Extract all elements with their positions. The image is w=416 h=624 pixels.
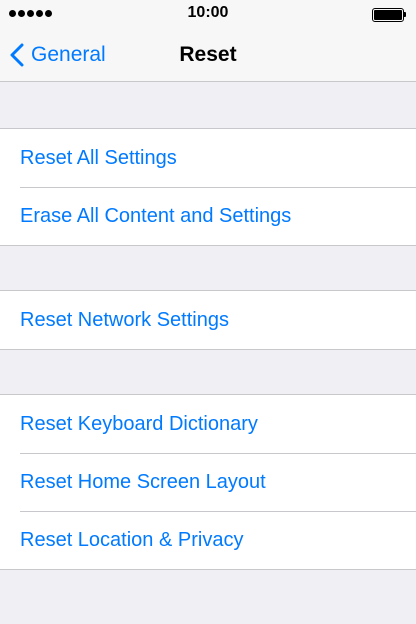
settings-group-other: Reset Keyboard Dictionary Reset Home Scr… bbox=[0, 394, 416, 570]
battery-icon bbox=[372, 8, 406, 22]
reset-home-screen-layout-button[interactable]: Reset Home Screen Layout bbox=[0, 453, 416, 511]
settings-group-general-reset: Reset All Settings Erase All Content and… bbox=[0, 128, 416, 246]
reset-network-settings-button[interactable]: Reset Network Settings bbox=[0, 291, 416, 349]
reset-location-privacy-button[interactable]: Reset Location & Privacy bbox=[0, 511, 416, 569]
reset-all-settings-button[interactable]: Reset All Settings bbox=[0, 129, 416, 187]
reset-keyboard-dictionary-button[interactable]: Reset Keyboard Dictionary bbox=[0, 395, 416, 453]
status-bar: 10:00 bbox=[0, 0, 416, 28]
navigation-bar: General Reset bbox=[0, 28, 416, 82]
erase-all-content-button[interactable]: Erase All Content and Settings bbox=[0, 187, 416, 245]
screen: 10:00 General Reset Reset All Settings E… bbox=[0, 0, 416, 624]
status-time: 10:00 bbox=[187, 4, 229, 21]
settings-group-network: Reset Network Settings bbox=[0, 290, 416, 350]
page-title: Reset bbox=[179, 43, 237, 66]
